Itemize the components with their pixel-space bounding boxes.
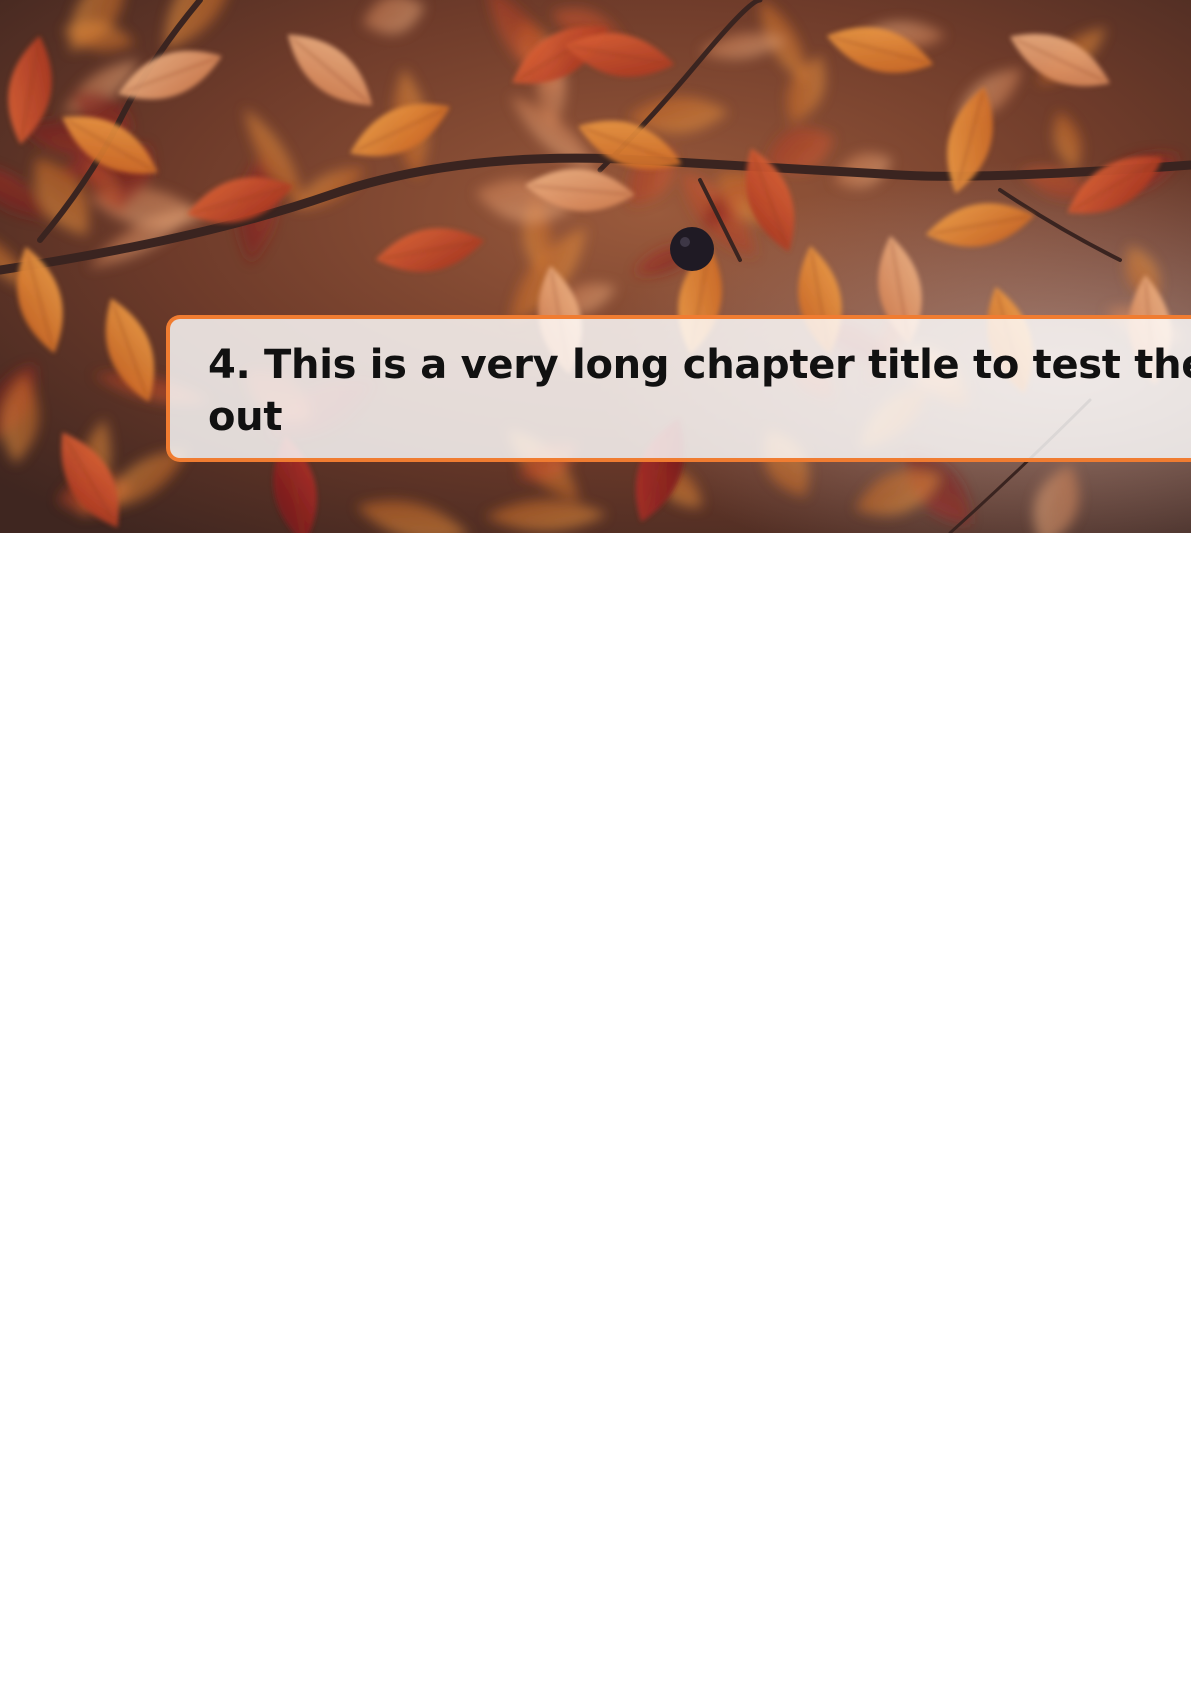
page: 4. This is a very long chapter title to … xyxy=(0,0,1191,1684)
chapter-title-box: 4. This is a very long chapter title to … xyxy=(166,315,1191,462)
chapter-title: 4. This is a very long chapter title to … xyxy=(208,339,1191,443)
chapter-title-line-2: out xyxy=(208,394,283,440)
chapter-title-line-1: 4. This is a very long chapter title to … xyxy=(208,342,1191,388)
berry-shape xyxy=(670,227,714,271)
